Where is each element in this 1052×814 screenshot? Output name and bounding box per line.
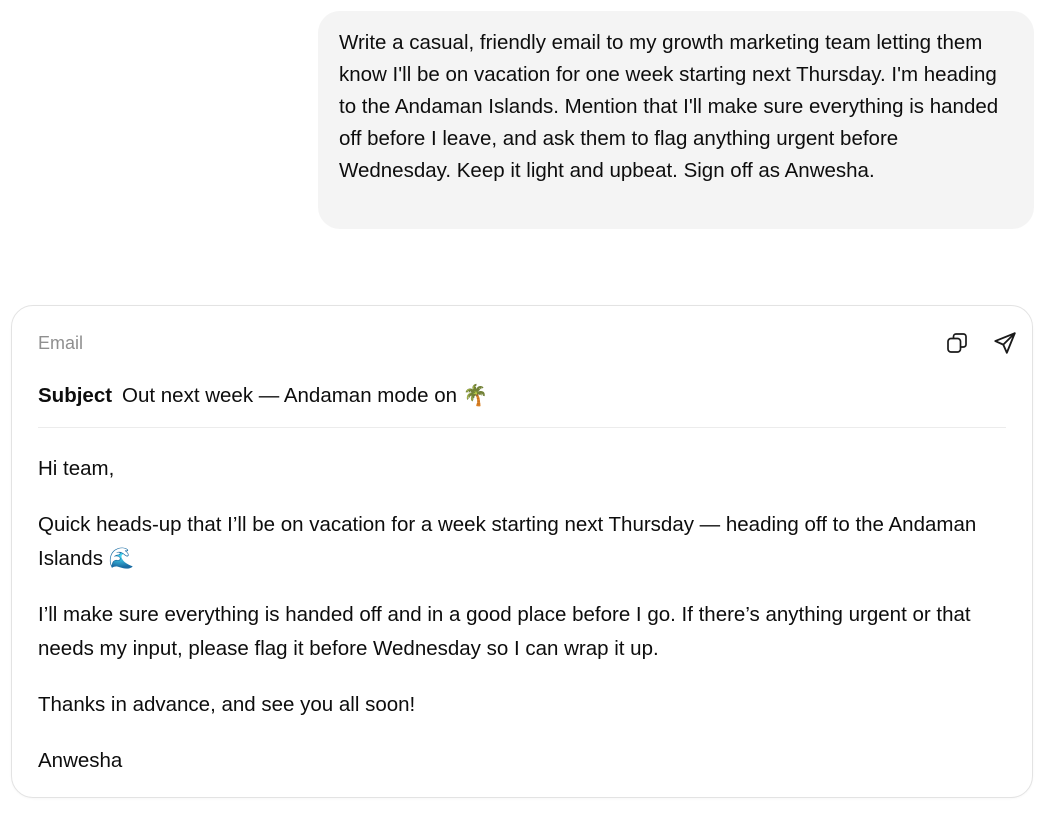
subject-divider (38, 427, 1006, 428)
subject-text: Out next week — Andaman mode on 🌴 (122, 384, 489, 407)
email-body: Hi team, Quick heads-up that I’ll be on … (38, 452, 998, 778)
email-closing: Thanks in advance, and see you all soon! (38, 693, 416, 716)
user-message-text: Write a casual, friendly email to my gro… (339, 31, 999, 182)
send-icon (992, 330, 1018, 356)
email-paragraph: I’ll make sure everything is handed off … (38, 603, 971, 660)
card-actions (944, 330, 1018, 356)
send-button[interactable] (992, 330, 1018, 356)
email-signature: Anwesha (38, 749, 123, 772)
email-draft-card: Email Subject Out next week — Andaman mo… (11, 305, 1033, 798)
subject-label: Subject (38, 384, 113, 407)
chat-page: Write a casual, friendly email to my gro… (0, 0, 1052, 814)
subject-row: Subject Out next week — Andaman mode on 🌴 (38, 382, 488, 410)
copy-icon (945, 331, 969, 355)
email-paragraph: Quick heads-up that I’ll be on vacation … (38, 513, 977, 570)
email-greeting: Hi team, (38, 457, 115, 480)
copy-button[interactable] (944, 330, 970, 356)
user-message-bubble: Write a casual, friendly email to my gro… (318, 11, 1034, 229)
card-type-label: Email (38, 333, 84, 353)
